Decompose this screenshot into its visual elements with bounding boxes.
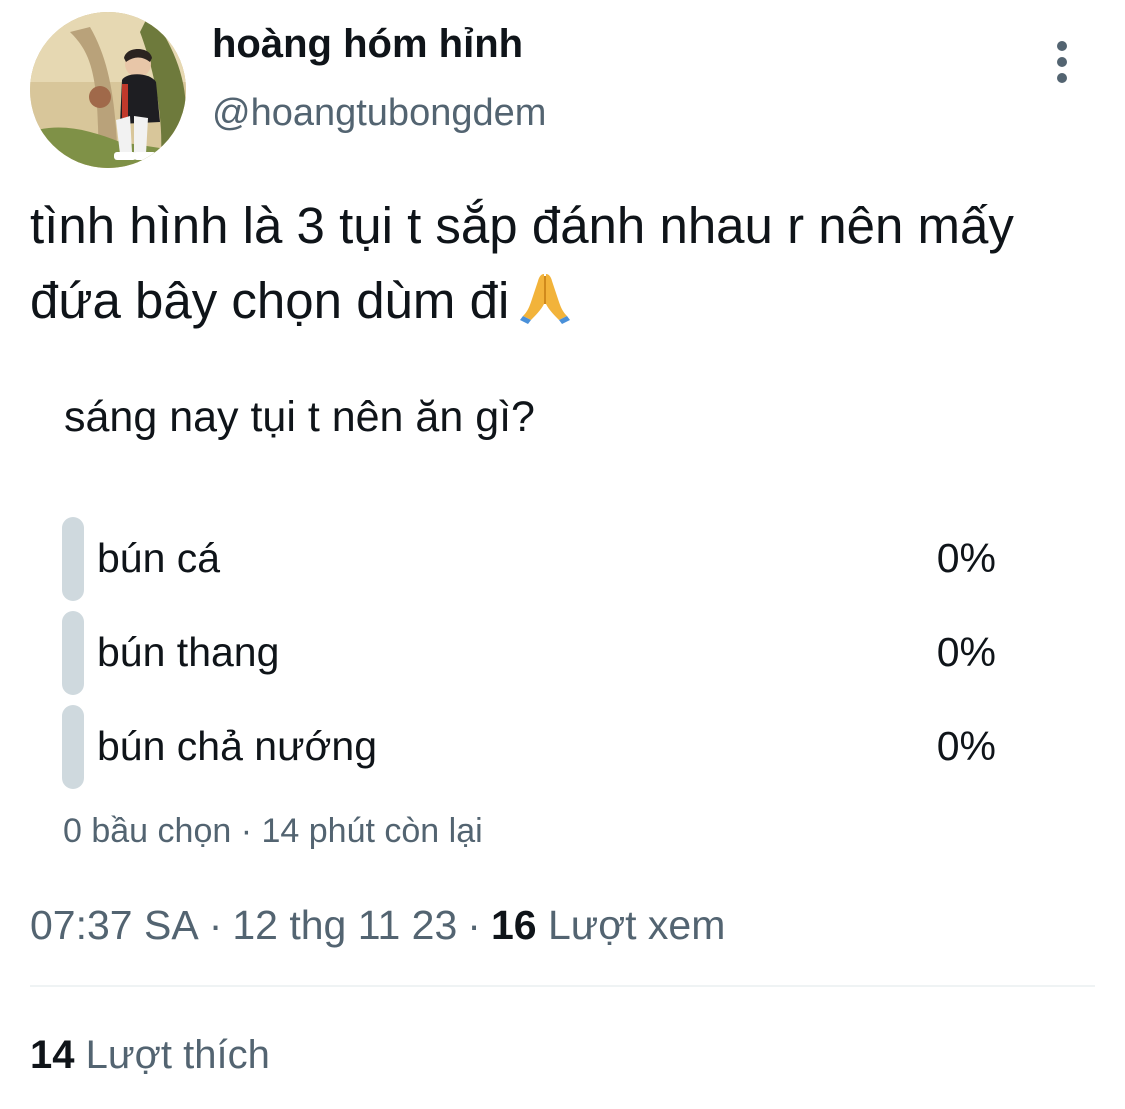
poll-option[interactable]: bún cá 0% [62, 517, 1002, 601]
poll-vote-count: 0 bầu chọn [63, 812, 232, 850]
likes-count: 14 [30, 1033, 75, 1077]
views-count: 16 [490, 902, 537, 948]
poll-option-label: bún chả nướng [97, 723, 378, 769]
more-vertical-icon [1057, 41, 1067, 83]
tweet-date[interactable]: 12 thg 11 23 [232, 902, 457, 948]
divider [30, 985, 1095, 987]
poll-meta: 0 bầu chọn · 14 phút còn lại [63, 812, 483, 851]
poll-option-label: bún cá [97, 535, 221, 581]
avatar-photo [30, 12, 186, 168]
tweet-meta: 07:37 SA · 12 thg 11 23 · 16 Lượt xem [30, 902, 725, 949]
poll-result-bar [62, 705, 84, 789]
author-handle[interactable]: @hoangtubongdem [212, 92, 546, 135]
folded-hands-icon [517, 268, 573, 344]
poll-option-percent: 0% [936, 723, 996, 769]
tweet-time[interactable]: 07:37 SA [30, 902, 199, 948]
poll-question: sáng nay tụi t nên ăn gì? [64, 393, 535, 441]
poll-option[interactable]: bún thang 0% [62, 611, 1002, 695]
more-options-button[interactable] [1040, 38, 1084, 88]
likes-link[interactable]: 14 Lượt thích [30, 1033, 270, 1078]
author-display-name[interactable]: hoàng hóm hỉnh [212, 22, 523, 67]
poll-result-bar [62, 517, 84, 601]
poll-option[interactable]: bún chả nướng 0% [62, 705, 1002, 789]
separator: · [208, 902, 223, 948]
separator: · [467, 902, 481, 948]
poll-option-percent: 0% [936, 629, 996, 675]
views-label: Lượt xem [547, 902, 726, 948]
poll-time-left: 14 phút còn lại [261, 812, 483, 850]
separator: · [240, 812, 253, 850]
poll-result-bar [62, 611, 84, 695]
avatar[interactable] [30, 12, 186, 168]
tweet-text: tình hình là 3 tụi t sắp đánh nhau r nên… [30, 188, 1050, 344]
poll-option-percent: 0% [936, 535, 996, 581]
poll-option-label: bún thang [97, 629, 280, 675]
likes-label: Lượt thích [85, 1033, 270, 1077]
